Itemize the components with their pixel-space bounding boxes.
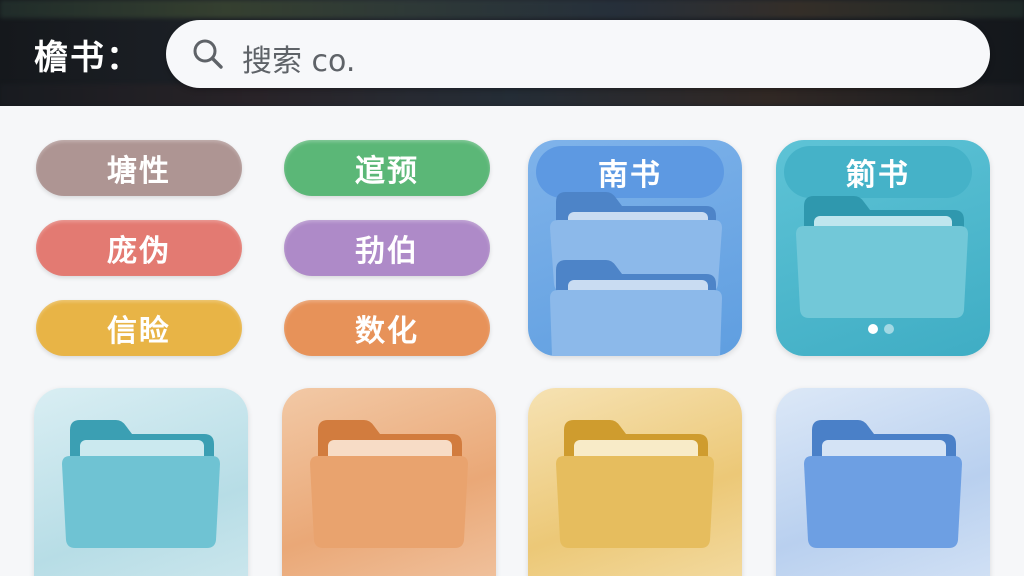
folder-icon bbox=[550, 192, 722, 356]
category-pill[interactable]: 信睑 bbox=[36, 300, 242, 356]
folder-icon bbox=[556, 420, 714, 548]
folder-tile-teal[interactable] bbox=[34, 388, 248, 576]
folder-icon bbox=[796, 196, 968, 318]
category-pill[interactable]: 塘性 bbox=[36, 140, 242, 196]
folder-tile-yellow[interactable] bbox=[528, 388, 742, 576]
search-bar[interactable]: 搜索 co. bbox=[166, 20, 990, 88]
category-pill[interactable]: 庞伪 bbox=[36, 220, 242, 276]
page-indicator[interactable] bbox=[868, 324, 898, 336]
tile-label: 箣书 bbox=[784, 146, 972, 198]
folder-icon bbox=[62, 420, 220, 548]
folder-tile-orange[interactable] bbox=[282, 388, 496, 576]
content-panel: 塘性 庞伪 信睑 逭预 劧伯 数化 南书 箣书 bbox=[0, 106, 1024, 576]
page-dot[interactable] bbox=[884, 324, 894, 334]
folder-icon bbox=[804, 420, 962, 548]
category-pill[interactable]: 逭预 bbox=[284, 140, 490, 196]
search-input[interactable]: 搜索 co. bbox=[242, 36, 355, 80]
folder-tile-blue[interactable] bbox=[776, 388, 990, 576]
folder-tile-bangshu[interactable]: 箣书 bbox=[776, 140, 990, 356]
search-icon bbox=[193, 39, 223, 69]
folder-icon bbox=[310, 420, 468, 548]
category-pill[interactable]: 劧伯 bbox=[284, 220, 490, 276]
folder-tile-nanshu[interactable]: 南书 bbox=[528, 140, 742, 356]
category-pill[interactable]: 数化 bbox=[284, 300, 490, 356]
page-title: 檐书： bbox=[34, 38, 142, 78]
page-dot-active[interactable] bbox=[868, 324, 878, 334]
header-bar: 檐书： 搜索 co. bbox=[0, 0, 1024, 106]
